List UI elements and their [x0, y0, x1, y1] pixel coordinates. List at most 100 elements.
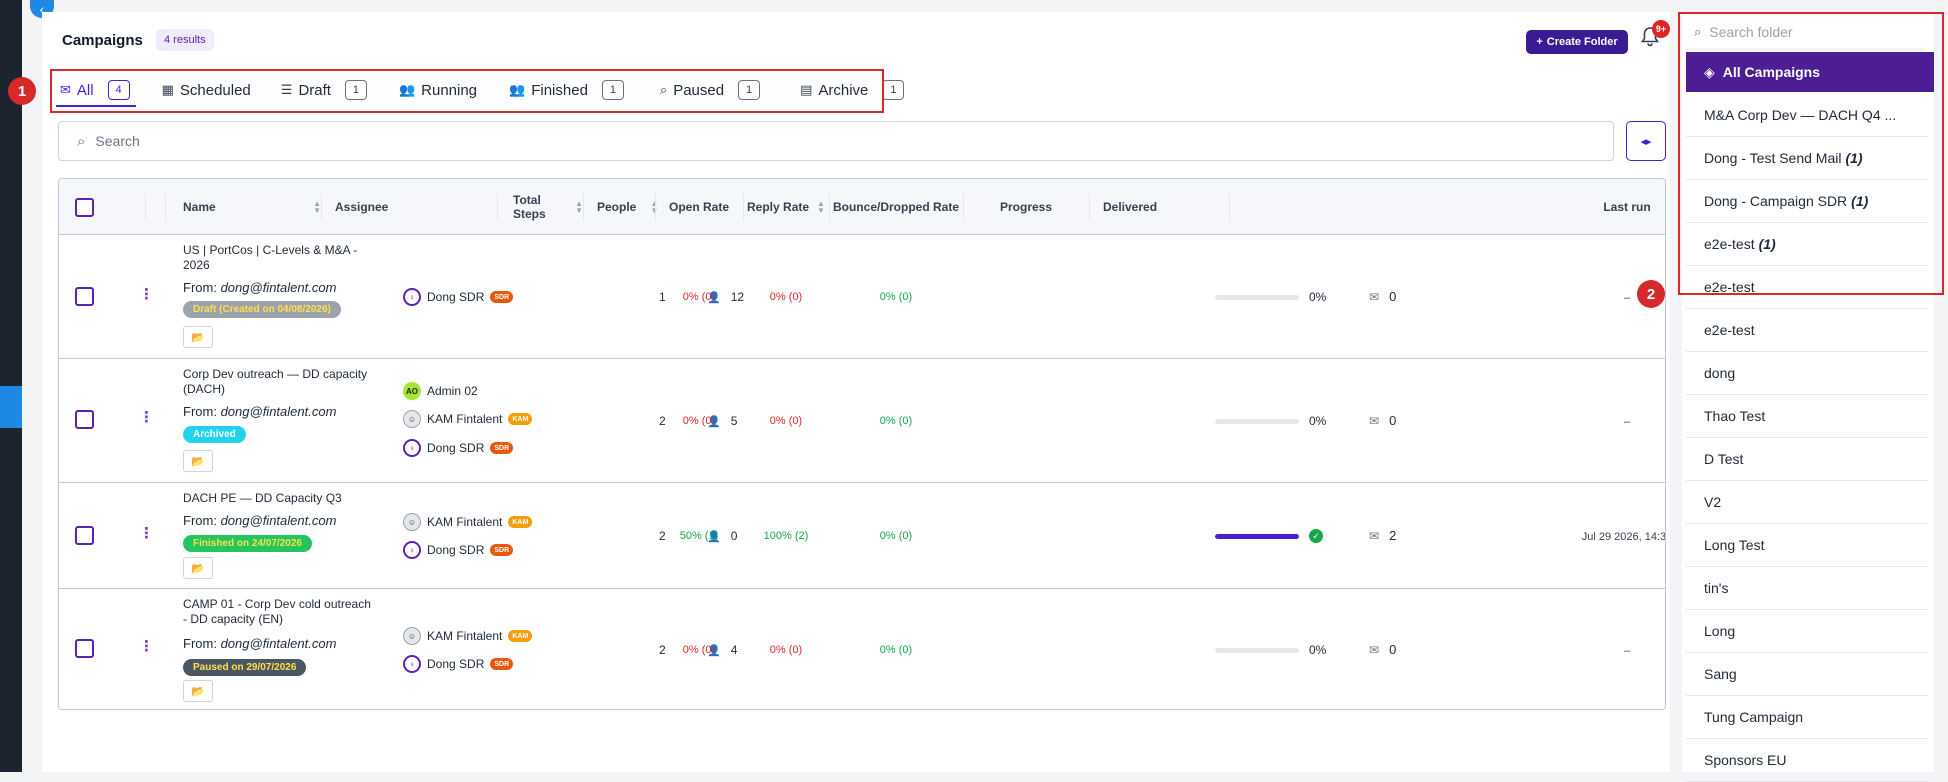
delivered-count: ✉ 2: [1369, 528, 1396, 543]
folder-label: Sponsors EU: [1704, 752, 1787, 768]
campaign-name[interactable]: Corp Dev outreach — DD capacity (DACH): [183, 367, 373, 397]
progress-track: [1215, 294, 1299, 300]
progress-fill: [1215, 533, 1299, 539]
folder-item[interactable]: Thao Test: [1686, 395, 1928, 438]
from-label: From:: [183, 404, 217, 419]
create-folder-button[interactable]: + Create Folder: [1526, 30, 1628, 54]
assignee-name: KAM Fintalent: [427, 515, 503, 529]
delivered-count: ✉ 0: [1369, 289, 1396, 304]
folder-item[interactable]: Sang: [1686, 653, 1928, 696]
folder-label: dong: [1704, 365, 1736, 381]
folder-item[interactable]: Long Test: [1686, 524, 1928, 567]
last-run: –: [1623, 645, 1631, 657]
main-content: Campaigns 4 results + Create Folder 9+ ✉…: [42, 12, 1670, 772]
folder-item[interactable]: D Test: [1686, 438, 1928, 481]
folder-item[interactable]: Tung Campaign: [1686, 696, 1928, 739]
row-menu-dots-icon[interactable]: ⋮: [139, 410, 154, 425]
table-row[interactable]: ⋮ US | PortCos | C-Levels & M&A - 2026 F…: [59, 235, 1665, 359]
folder-item[interactable]: tin's: [1686, 567, 1928, 610]
role-badge: KAM: [508, 630, 533, 642]
reply-rate: 0% (0): [769, 644, 803, 656]
row-checkbox[interactable]: [75, 526, 94, 545]
table-header: Name ▲ ▼ Assignee Total Steps ▲ ▼ People ▲ ▼ O…: [59, 179, 1665, 235]
reply-rate: 0% (0): [769, 291, 803, 303]
header-people-label: People: [597, 200, 637, 214]
select-all-checkbox[interactable]: [75, 198, 94, 217]
from-email: dong@fintalent.com: [220, 636, 337, 651]
header-total-steps-label: Total Steps: [513, 193, 546, 221]
assignee-name: KAM Fintalent: [427, 629, 503, 643]
row-menu-dots-icon[interactable]: ⋮: [139, 639, 154, 654]
campaign-name[interactable]: CAMP 01 - Corp Dev cold outreach - DD ca…: [183, 597, 373, 627]
folder-item[interactable]: e2e-test: [1686, 309, 1928, 352]
row-menu-dots-icon[interactable]: ⋮: [139, 526, 154, 541]
sort-icon[interactable]: ▲ ▼: [313, 200, 321, 215]
folder-label: tin's: [1704, 580, 1729, 596]
header-total-steps[interactable]: Total Steps ▲ ▼: [497, 179, 583, 235]
create-folder-label: Create Folder: [1546, 36, 1618, 48]
bounce-rate: 0% (0): [879, 530, 913, 542]
row-menu-dots-icon[interactable]: ⋮: [139, 287, 154, 302]
sort-icon[interactable]: ▲ ▼: [575, 200, 583, 215]
campaign-name[interactable]: US | PortCos | C-Levels & M&A - 2026: [183, 243, 373, 273]
folder-icon[interactable]: 📂: [183, 326, 213, 348]
annotation-box-tabs: [50, 69, 884, 113]
bounce-rate: 0% (0): [879, 644, 913, 656]
folder-item[interactable]: dong: [1686, 352, 1928, 395]
reply-rate: 0% (0): [769, 415, 803, 427]
role-badge: KAM: [508, 413, 533, 425]
table-row[interactable]: ⋮ DACH PE — DD Capacity Q3 From: dong@fi…: [59, 483, 1665, 589]
status-badge: Finished on 24/07/2026: [183, 535, 312, 552]
left-nav-active-indicator[interactable]: [0, 386, 22, 428]
campaign-search-bar[interactable]: ⌕: [58, 121, 1614, 161]
bounce-rate: 0% (0): [879, 291, 913, 303]
folder-item[interactable]: Long: [1686, 610, 1928, 653]
row-checkbox[interactable]: [75, 410, 94, 429]
header-bounce-label: Bounce/Dropped Rate: [832, 200, 959, 214]
mail-icon: ✉: [1369, 289, 1380, 304]
header-last-run: Last run: [1547, 179, 1665, 235]
sort-icon[interactable]: ▲ ▼: [817, 200, 825, 215]
folder-icon[interactable]: 📂: [183, 450, 213, 472]
header-open-rate: Open Rate: [655, 179, 743, 235]
table-row[interactable]: ⋮ Corp Dev outreach — DD capacity (DACH)…: [59, 359, 1665, 483]
avatar: ♀: [403, 439, 421, 457]
avatar: ♀: [403, 541, 421, 559]
assignee-name: Admin 02: [427, 384, 478, 398]
from-label: From:: [183, 636, 217, 651]
status-badge: Archived: [183, 426, 246, 443]
header-people[interactable]: People ▲ ▼: [583, 179, 658, 235]
assignee-name: KAM Fintalent: [427, 412, 503, 426]
header-open-rate-label: Open Rate: [668, 200, 729, 214]
row-checkbox[interactable]: [75, 287, 94, 306]
folder-item[interactable]: V2: [1686, 481, 1928, 524]
progress-bar: ✓: [1215, 529, 1323, 543]
role-badge: SDR: [490, 442, 514, 454]
bounce-rate: 0% (0): [879, 415, 913, 427]
header-name-label: Name: [183, 200, 216, 214]
table-row[interactable]: ⋮ CAMP 01 - Corp Dev cold outreach - DD …: [59, 589, 1665, 709]
from-label: From:: [183, 280, 217, 295]
search-input[interactable]: [95, 133, 1496, 149]
mail-icon: ✉: [1369, 642, 1380, 657]
header-reply-rate[interactable]: Reply Rate ▲ ▼: [743, 179, 829, 235]
header-assignee: Assignee: [321, 179, 497, 235]
header-name[interactable]: Name ▲ ▼: [165, 179, 321, 235]
campaign-name[interactable]: DACH PE — DD Capacity Q3: [183, 491, 373, 506]
folder-label: Tung Campaign: [1704, 709, 1804, 725]
row-checkbox[interactable]: [75, 639, 94, 658]
header-assignee-label: Assignee: [335, 200, 389, 214]
header-bounce-rate: Bounce/Dropped Rate: [829, 179, 963, 235]
progress-bar: 0%: [1215, 290, 1326, 304]
folder-item[interactable]: Sponsors EU: [1686, 739, 1928, 782]
assignee-name: Dong SDR: [427, 543, 485, 557]
from-email: dong@fintalent.com: [220, 404, 337, 419]
last-run: –: [1623, 416, 1631, 428]
folder-label: Long: [1704, 623, 1736, 639]
delivered-value: 0: [1389, 413, 1397, 428]
header-delivered-label: Delivered: [1103, 200, 1158, 214]
from-email: dong@fintalent.com: [220, 513, 337, 528]
folder-icon[interactable]: 📂: [183, 680, 213, 702]
toggle-panel-button[interactable]: ◂▸: [1626, 121, 1666, 161]
folder-icon[interactable]: 📂: [183, 557, 213, 579]
